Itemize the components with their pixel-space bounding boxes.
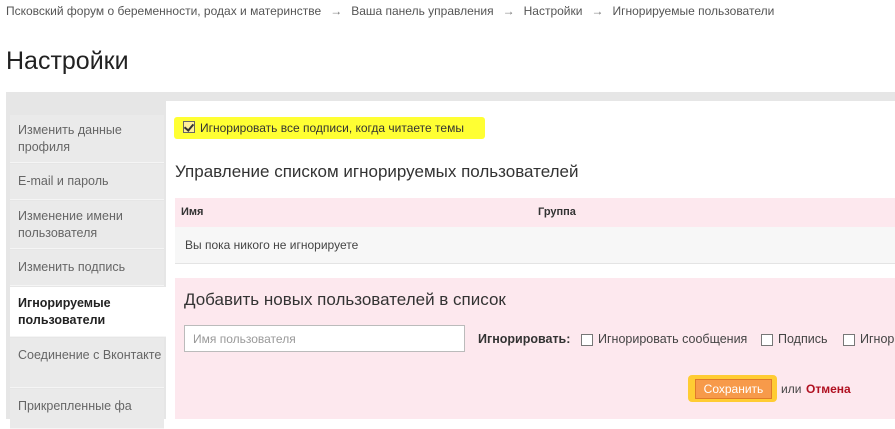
breadcrumb-item-settings[interactable]: Настройки xyxy=(524,4,583,18)
breadcrumb-item-forum[interactable]: Псковский форум о беременности, родах и … xyxy=(6,4,321,18)
ignore-options-label: Игнорировать: xyxy=(478,332,571,346)
table-header: Имя Группа xyxy=(175,198,895,227)
ignore-signature-label[interactable]: Подпись xyxy=(778,332,827,346)
breadcrumb-separator: → xyxy=(330,4,343,18)
sidebar-item-label: Прикрепленные фа xyxy=(18,399,132,413)
breadcrumb-item-control-panel[interactable]: Ваша панель управления xyxy=(351,4,493,18)
sidebar-item-label: Изменить подпись xyxy=(18,260,126,274)
sidebar-item-ignored-users[interactable]: Игнорируемые пользователи xyxy=(10,287,166,337)
column-header-name: Имя xyxy=(181,206,204,218)
ignore-messages-label[interactable]: Игнорировать сообщения xyxy=(598,332,747,346)
page-title: Настройки xyxy=(6,47,129,75)
breadcrumb-separator: → xyxy=(502,4,515,18)
sidebar-item-label: E-mail и пароль xyxy=(18,174,109,188)
breadcrumb-separator: → xyxy=(591,4,604,18)
table-row: Вы пока никого не игнорируете xyxy=(175,227,895,264)
breadcrumb: Псковский форум о беременности, родах и … xyxy=(6,4,774,18)
sidebar-item-change-username[interactable]: Изменение имени пользователя xyxy=(10,201,164,249)
empty-list-message: Вы пока никого не игнорируете xyxy=(185,238,359,252)
sidebar-item-label: Соединение с Вконтакте xyxy=(18,348,162,362)
sidebar-item-label: Игнорируемые пользователи xyxy=(18,296,111,327)
ignore-signatures-checkbox[interactable] xyxy=(183,121,195,133)
ignore-messages-checkbox[interactable] xyxy=(581,334,593,346)
save-button[interactable]: Сохранить xyxy=(695,379,772,399)
sidebar-item-label: Изменить данные профиля xyxy=(18,123,122,154)
sidebar-item-label: Изменение имени пользователя xyxy=(18,209,123,240)
column-header-group: Группа xyxy=(538,206,576,218)
sidebar-item-edit-profile[interactable]: Изменить данные профиля xyxy=(10,115,164,163)
ignore-other-label[interactable]: Игнор xyxy=(860,332,894,346)
sidebar-item-attachments[interactable]: Прикрепленные фа xyxy=(10,389,164,429)
breadcrumb-item-ignored-users: Игнорируемые пользователи xyxy=(612,4,775,18)
settings-sidebar: Изменить данные профиля E-mail и пароль … xyxy=(10,101,166,429)
sidebar-item-vkontakte[interactable]: Соединение с Вконтакте xyxy=(10,338,164,388)
manage-ignore-list-title: Управление списком игнорируемых пользова… xyxy=(175,162,579,181)
username-input[interactable] xyxy=(184,325,465,352)
sidebar-item-change-signature[interactable]: Изменить подпись xyxy=(10,250,164,286)
ignore-other-checkbox[interactable] xyxy=(843,334,855,346)
or-text: или xyxy=(781,382,802,396)
add-users-title: Добавить новых пользователей в список xyxy=(184,290,506,309)
ignored-users-table: Имя Группа Вы пока никого не игнорируете xyxy=(175,198,895,264)
sidebar-item-email-password[interactable]: E-mail и пароль xyxy=(10,164,164,200)
ignore-signature-checkbox[interactable] xyxy=(761,334,773,346)
cancel-link[interactable]: Отмена xyxy=(806,382,851,396)
ignore-signatures-label[interactable]: Игнорировать все подписи, когда читаете … xyxy=(200,121,464,135)
